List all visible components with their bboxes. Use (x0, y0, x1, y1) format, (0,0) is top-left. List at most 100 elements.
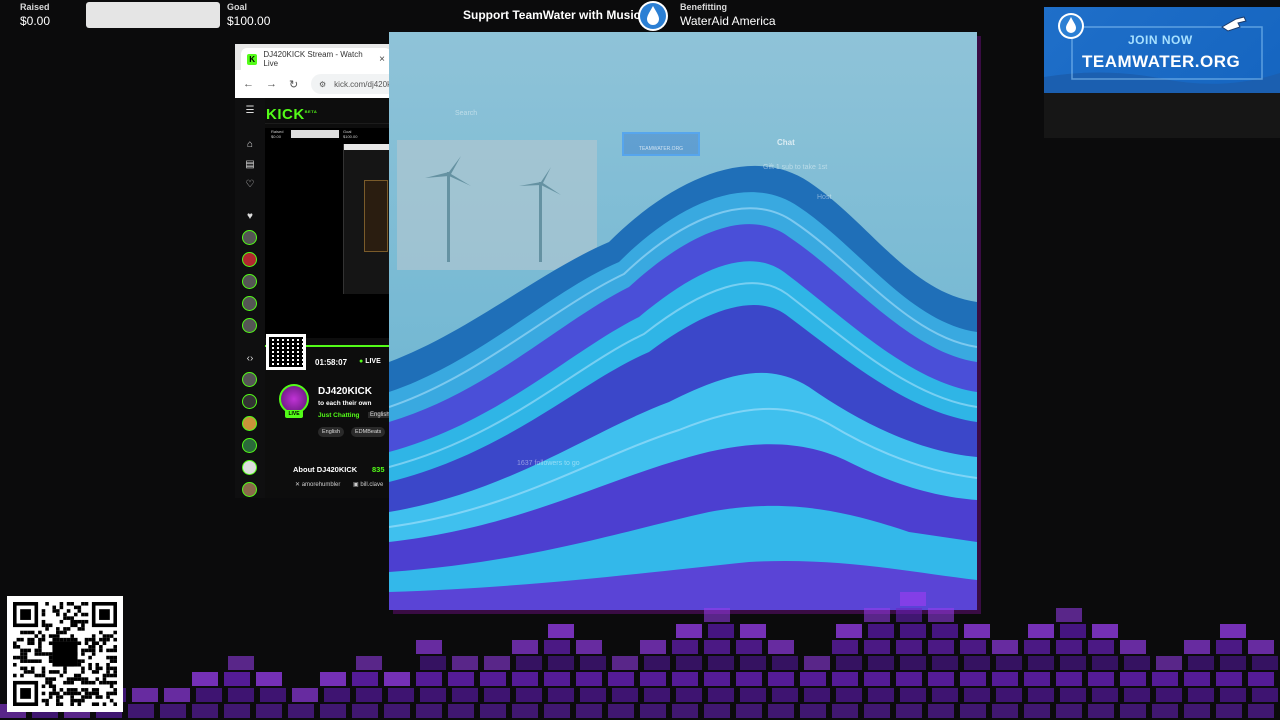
qr-module (113, 688, 117, 692)
qr-module (59, 673, 64, 678)
equalizer-block (704, 672, 730, 686)
home-icon[interactable]: ⌂ (243, 138, 257, 152)
recommended-channel-avatar[interactable] (242, 438, 257, 453)
qr-module (84, 612, 89, 617)
qr-module (70, 695, 74, 699)
reload-icon[interactable]: ↻ (289, 78, 298, 91)
qr-module (30, 666, 35, 671)
followed-channel-avatar[interactable] (242, 296, 257, 311)
channel-name[interactable]: DJ420KICK (318, 386, 372, 397)
qr-module (81, 698, 85, 703)
qr-module (81, 602, 85, 606)
stream-category[interactable]: Just Chatting (318, 412, 360, 419)
donation-qr-code (7, 596, 123, 712)
equalizer-block (452, 656, 478, 670)
qr-module (84, 688, 89, 692)
site-settings-icon[interactable]: ⚙ (319, 80, 326, 89)
qr-module (48, 659, 53, 663)
qr-module (84, 695, 89, 699)
overlay-chat-line: Gift 1 sub to take 1st (763, 164, 828, 171)
equalizer-block (708, 688, 734, 702)
social-link-facebook[interactable]: ▣ bill.clave (353, 481, 383, 488)
followed-channel-avatar[interactable] (242, 318, 257, 333)
recommended-channel-avatar[interactable] (242, 416, 257, 431)
equalizer-block (512, 640, 538, 654)
stream-title: to each their own (318, 400, 372, 407)
followed-channel-avatar[interactable] (242, 230, 257, 245)
qr-module (20, 648, 24, 653)
equalizer-block (932, 688, 958, 702)
equalizer-block (1092, 688, 1118, 702)
equalizer-block (1248, 672, 1274, 686)
qr-module (41, 684, 46, 689)
qr-module (91, 641, 96, 646)
recommended-channel-avatar[interactable] (242, 482, 257, 497)
qr-module (41, 691, 46, 696)
recommended-channel-avatar[interactable] (242, 394, 257, 409)
campaign-title: Support TeamWater with Music (463, 8, 641, 22)
qr-module (70, 677, 74, 681)
tag-pill[interactable]: English (318, 427, 345, 437)
followed-channel-avatar[interactable] (242, 252, 257, 267)
equalizer-block (832, 640, 858, 654)
forward-arrow-icon[interactable]: → (266, 78, 277, 90)
tab-close-icon[interactable]: × (379, 54, 385, 65)
qr-module (13, 641, 17, 646)
qr-module (41, 612, 46, 617)
back-arrow-icon[interactable]: ← (243, 78, 254, 90)
tag-pill[interactable]: EDMBeats (351, 427, 386, 437)
equalizer-block (1152, 704, 1178, 718)
qr-module (48, 677, 53, 681)
following-icon[interactable]: ♡ (243, 178, 257, 192)
equalizer-block (608, 704, 634, 718)
equalizer-block (480, 672, 506, 686)
kick-logo[interactable]: KICKBETA (266, 106, 317, 123)
qr-module (38, 637, 42, 642)
equalizer-block (736, 704, 762, 718)
water-drop-logo-icon (638, 1, 668, 31)
qr-module (77, 659, 82, 663)
qr-module (48, 641, 53, 646)
qr-module (109, 698, 114, 703)
qr-module (106, 670, 110, 674)
equalizer-block (132, 688, 158, 702)
qr-module (30, 637, 35, 642)
equalizer-block (480, 704, 506, 718)
qr-module (81, 659, 85, 663)
qr-module (34, 634, 39, 638)
qr-module (20, 673, 24, 678)
stream-player[interactable]: Raised $0.00 Goal $100.00 (265, 128, 389, 338)
qr-module (99, 630, 103, 635)
benefitting-value: WaterAid America (680, 14, 776, 28)
followed-channel-avatar[interactable] (242, 274, 257, 289)
equalizer-block (580, 688, 606, 702)
equalizer-block (772, 656, 798, 670)
recommended-channel-avatar[interactable] (242, 460, 257, 475)
equalizer-block (516, 656, 542, 670)
qr-module (113, 691, 117, 696)
qr-module (113, 645, 117, 649)
qr-module (41, 698, 46, 703)
qr-module (70, 602, 74, 606)
qr-module (102, 634, 107, 638)
qr-module (59, 630, 64, 635)
qr-module (56, 609, 60, 613)
menu-icon[interactable]: ☰ (243, 104, 257, 118)
qr-module (41, 673, 46, 678)
qr-module (109, 673, 114, 678)
qr-module (41, 670, 46, 674)
browse-icon[interactable]: ▤ (243, 158, 257, 172)
qr-module (70, 637, 74, 642)
equalizer-block (672, 640, 698, 654)
qr-module (48, 652, 53, 656)
recommended-channel-avatar[interactable] (242, 372, 257, 387)
browser-tab[interactable]: K DJ420KICK Stream - Watch Live × (241, 48, 391, 70)
qr-module (88, 662, 92, 667)
qr-module (38, 648, 42, 653)
equalizer-block (196, 688, 222, 702)
equalizer-block (1156, 688, 1182, 702)
qr-module (59, 602, 64, 606)
qr-module (84, 637, 89, 642)
qr-module (91, 680, 96, 685)
social-link-x[interactable]: ✕ amorehumbler (295, 481, 340, 488)
